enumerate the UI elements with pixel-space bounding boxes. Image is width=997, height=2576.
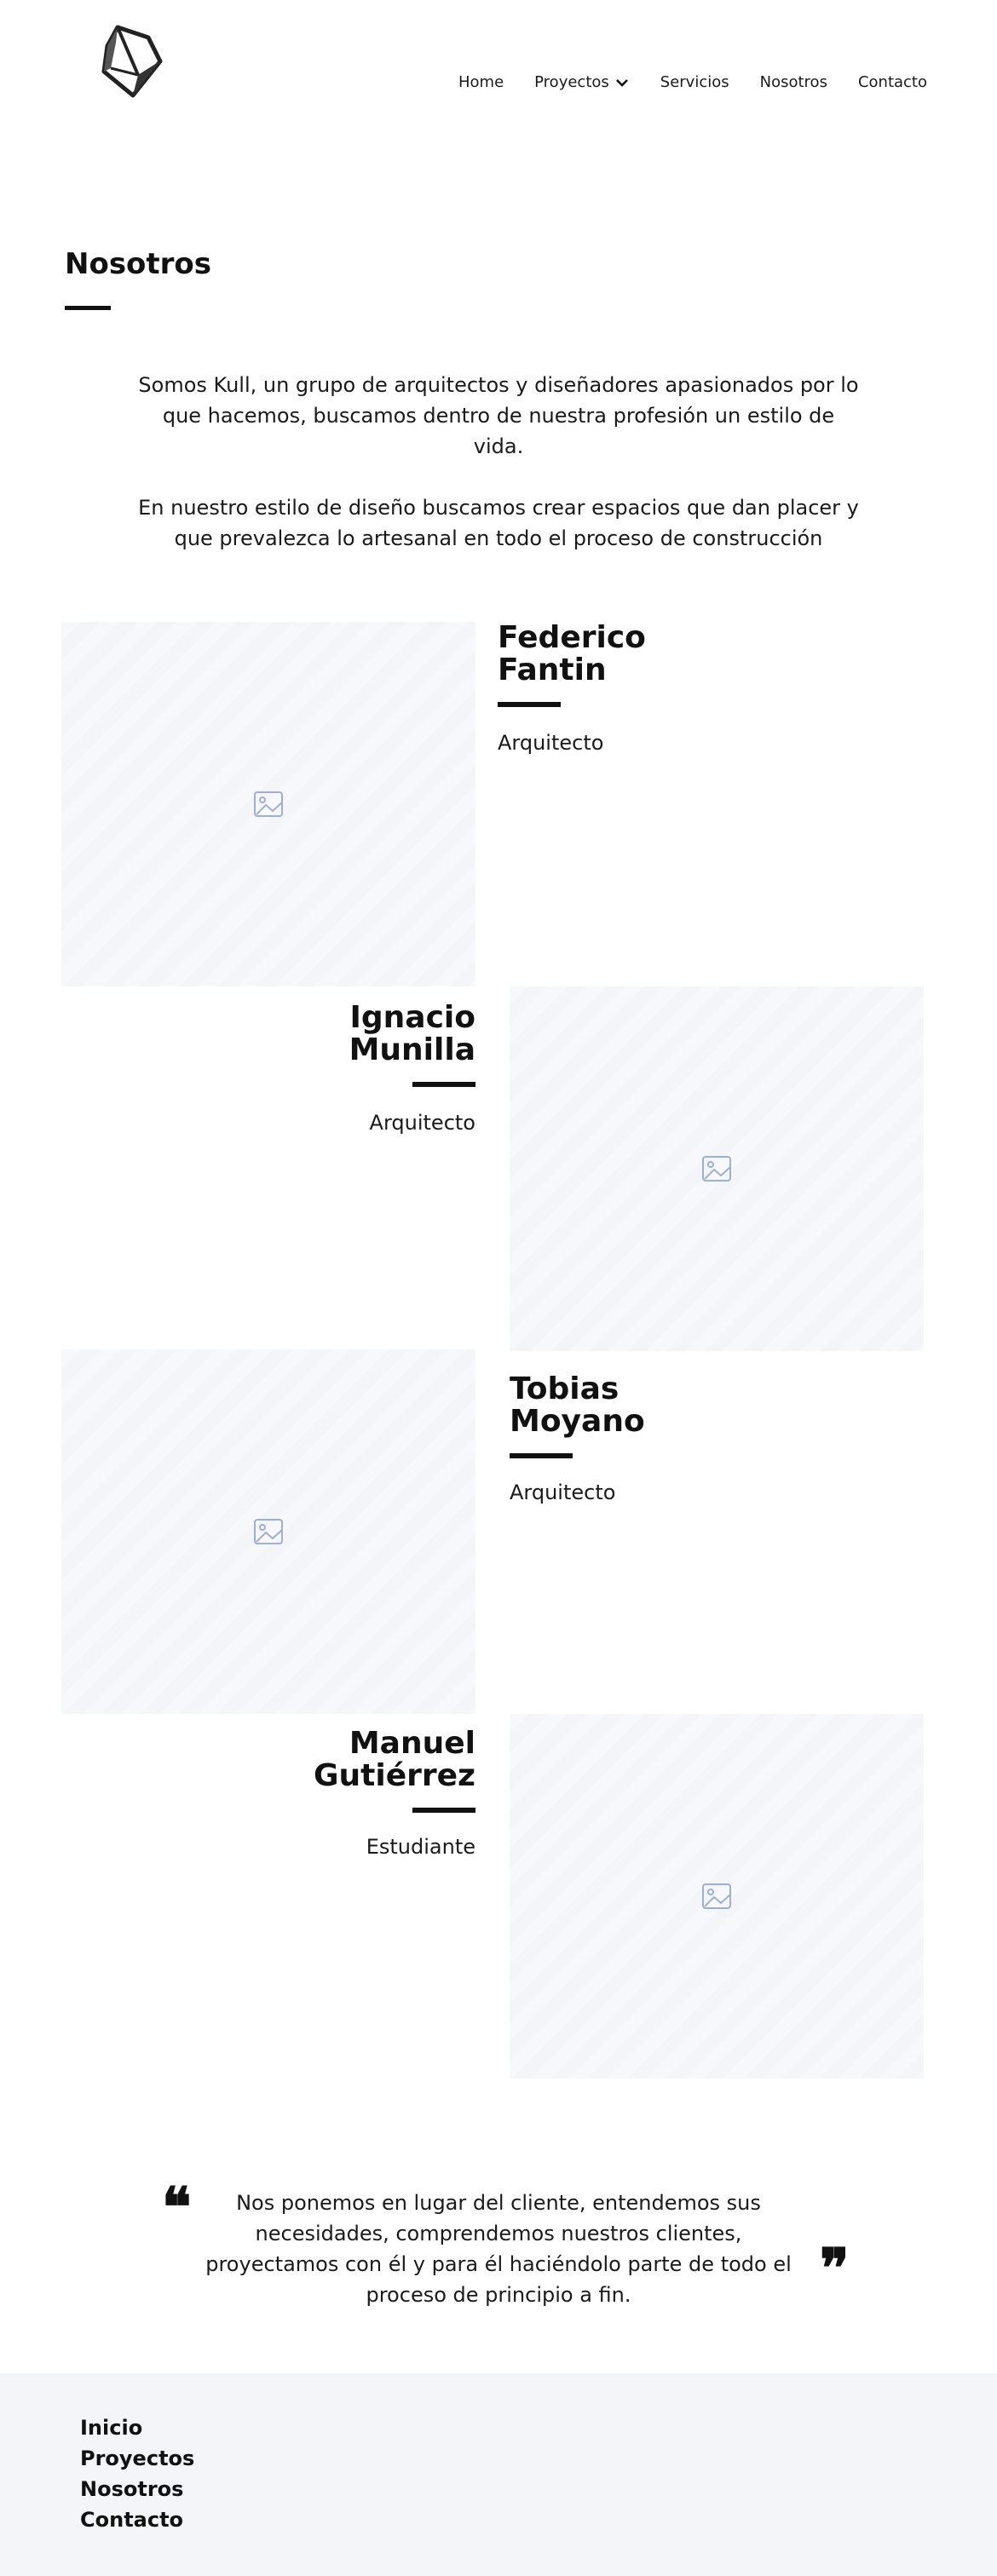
intro-section: Somos Kull, un grupo de arquitectos y di…	[136, 370, 861, 554]
footer-link-proyectos[interactable]: Proyectos	[80, 2443, 194, 2474]
team-photo-tobias	[61, 1349, 475, 1714]
member-name: Ignacio Munilla	[349, 1000, 475, 1067]
member-role: Arquitecto	[498, 731, 604, 755]
team-photo-manuel	[510, 1714, 924, 2079]
member-role: Arquitecto	[510, 1481, 616, 1504]
footer-link-nosotros[interactable]: Nosotros	[80, 2474, 194, 2504]
image-placeholder-icon	[702, 1156, 731, 1182]
intro-paragraph: Somos Kull, un grupo de arquitectos y di…	[138, 373, 859, 458]
footer-link-inicio[interactable]: Inicio	[80, 2412, 194, 2443]
footer-nav: Inicio Proyectos Nosotros Contacto	[80, 2412, 194, 2535]
nav-contacto[interactable]: Contacto	[858, 73, 927, 91]
quote-text: Nos ponemos en lugar del cliente, entend…	[205, 2191, 792, 2307]
member-role: Estudiante	[366, 1835, 475, 1859]
nav-servicios-label: Servicios	[660, 73, 729, 91]
nav-proyectos[interactable]: Proyectos	[534, 73, 630, 91]
nav-servicios[interactable]: Servicios	[660, 73, 729, 91]
nav-proyectos-label: Proyectos	[534, 73, 609, 91]
member-underline	[412, 1808, 475, 1813]
nav-nosotros[interactable]: Nosotros	[760, 73, 827, 91]
logo-icon[interactable]	[99, 24, 164, 99]
member-name: Manuel Gutiérrez	[313, 1726, 475, 1793]
image-placeholder-icon	[702, 1883, 731, 1909]
main-nav: Home Proyectos Servicios Nosotros Contac…	[458, 73, 927, 91]
footer-link-contacto[interactable]: Contacto	[80, 2504, 194, 2535]
nav-home-label: Home	[458, 73, 504, 91]
member-name: Federico Fantin	[498, 620, 646, 687]
site-footer: Inicio Proyectos Nosotros Contacto	[0, 2373, 997, 2576]
nav-home[interactable]: Home	[458, 73, 504, 91]
nav-nosotros-label: Nosotros	[759, 73, 827, 91]
site-header: Home Proyectos Servicios Nosotros Contac…	[0, 0, 997, 119]
image-placeholder-icon	[254, 1519, 283, 1544]
member-underline	[498, 702, 561, 707]
member-name: Tobias Moyano	[510, 1371, 645, 1439]
intro-paragraph: En nuestro estilo de diseño buscamos cre…	[138, 496, 859, 550]
page-title: Nosotros	[65, 247, 212, 281]
member-underline	[412, 1082, 475, 1087]
member-role: Arquitecto	[369, 1111, 475, 1135]
close-quote-icon: ❞	[820, 2237, 850, 2301]
team-photo-ignacio	[510, 986, 924, 1351]
nav-contacto-label: Contacto	[857, 73, 927, 91]
team-photo-federico	[61, 622, 475, 986]
title-underline	[65, 306, 111, 310]
image-placeholder-icon	[254, 791, 283, 817]
chevron-down-icon	[615, 78, 628, 87]
member-underline	[510, 1453, 573, 1458]
open-quote-icon: ❝	[162, 2176, 192, 2240]
